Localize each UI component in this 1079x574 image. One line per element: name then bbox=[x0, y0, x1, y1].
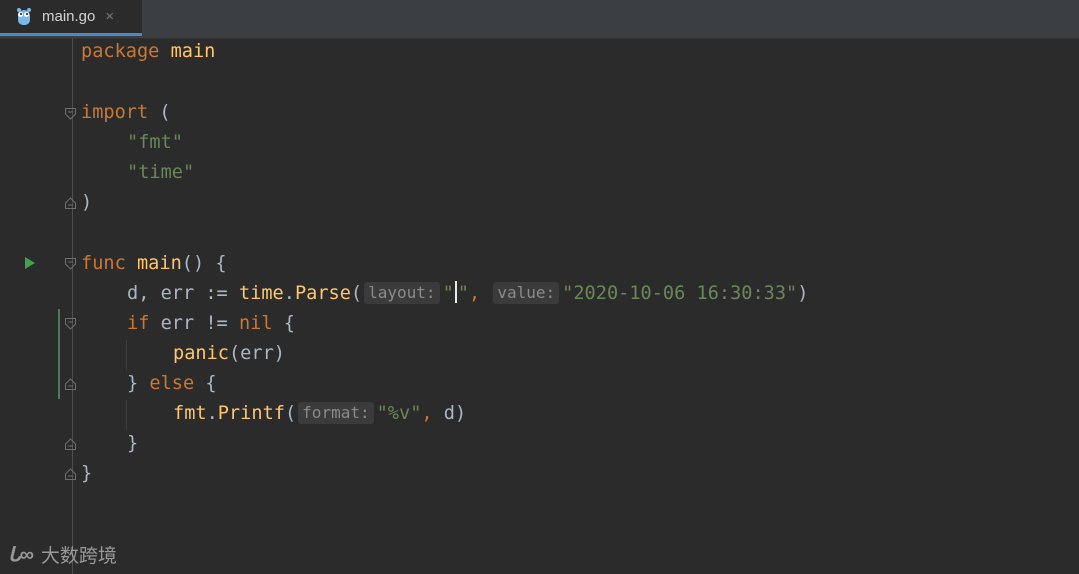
punctuation: } bbox=[127, 373, 150, 394]
code-text: d) bbox=[432, 403, 467, 424]
punctuation: , bbox=[421, 403, 433, 424]
code-line-current[interactable]: d, err := time.Parse(layout: " ", value: "2… bbox=[127, 279, 808, 309]
code-line[interactable]: package main bbox=[81, 37, 215, 67]
paren: ) bbox=[81, 192, 93, 213]
code-line[interactable]: } bbox=[81, 459, 92, 489]
code-text: err != bbox=[149, 313, 239, 334]
paren: ( bbox=[159, 102, 171, 123]
code-text: (err) bbox=[228, 343, 285, 364]
param-hint-format: format: bbox=[298, 402, 374, 424]
function-call: Printf bbox=[217, 403, 285, 424]
keyword: nil bbox=[238, 313, 273, 334]
string-literal: "2020-10-06 16:30:33" bbox=[562, 283, 798, 304]
fold-open-icon[interactable] bbox=[65, 108, 76, 120]
code-line[interactable]: import ( bbox=[81, 98, 171, 128]
package-ref: time bbox=[238, 283, 284, 304]
punctuation: . bbox=[206, 403, 218, 424]
fold-close-icon[interactable] bbox=[65, 197, 76, 209]
code-line[interactable]: } bbox=[127, 429, 138, 459]
string-literal: " bbox=[457, 283, 469, 304]
keyword: else bbox=[149, 373, 195, 394]
punctuation: ) bbox=[797, 283, 809, 304]
tab-main-go[interactable]: main.go × bbox=[0, 0, 142, 36]
code-line[interactable]: fmt.Printf(format: "%v", d) bbox=[173, 399, 466, 429]
function-call: Parse bbox=[294, 283, 351, 304]
indent-guide bbox=[126, 400, 127, 430]
keyword: import bbox=[81, 102, 149, 123]
watermark-text: 大数跨境 bbox=[40, 544, 117, 567]
function-call: panic bbox=[173, 343, 229, 364]
function-name: main bbox=[136, 253, 182, 274]
code-line[interactable]: "fmt" bbox=[127, 128, 183, 158]
punctuation: { bbox=[194, 373, 217, 394]
change-marker bbox=[58, 309, 60, 399]
punctuation: } bbox=[81, 463, 93, 484]
import-string: "fmt" bbox=[127, 132, 183, 153]
import-string: "time" bbox=[127, 162, 195, 183]
package-name: main bbox=[170, 41, 216, 62]
text-caret bbox=[454, 281, 457, 303]
fold-close-icon[interactable] bbox=[65, 468, 76, 480]
punctuation: { bbox=[272, 313, 295, 334]
code-line[interactable]: func main() { bbox=[81, 249, 227, 279]
code-line[interactable]: } else { bbox=[127, 369, 217, 399]
code-text: d, err := bbox=[127, 283, 239, 304]
fold-open-icon[interactable] bbox=[65, 258, 76, 270]
keyword: package bbox=[81, 41, 160, 62]
code-line[interactable]: if err != nil { bbox=[127, 309, 295, 339]
run-icon[interactable] bbox=[24, 255, 36, 274]
string-literal: " bbox=[442, 283, 454, 304]
string-literal: "%v" bbox=[376, 403, 422, 424]
fold-close-icon[interactable] bbox=[65, 378, 76, 390]
package-ref: fmt bbox=[173, 403, 207, 424]
punctuation: () { bbox=[181, 253, 227, 274]
indent-guide bbox=[126, 340, 127, 370]
fold-close-icon[interactable] bbox=[65, 438, 76, 450]
code-line[interactable]: panic(err) bbox=[173, 339, 285, 369]
punctuation: ( bbox=[350, 283, 363, 304]
param-hint-value: value: bbox=[493, 282, 560, 304]
punctuation: , bbox=[468, 283, 481, 304]
close-icon[interactable]: × bbox=[105, 9, 114, 24]
keyword: if bbox=[127, 313, 150, 334]
punctuation: ( bbox=[284, 403, 297, 424]
keyword: func bbox=[81, 253, 126, 274]
code-line[interactable]: "time" bbox=[127, 158, 194, 188]
tab-label: main.go bbox=[42, 8, 96, 25]
gopher-icon bbox=[16, 7, 32, 26]
watermark-logo: ᒐ∞ bbox=[8, 543, 34, 566]
param-hint-layout: layout: bbox=[364, 282, 440, 304]
punctuation: . bbox=[283, 283, 295, 304]
watermark: ᒐ∞ 大数跨境 bbox=[8, 540, 117, 568]
fold-open-icon[interactable] bbox=[65, 318, 76, 330]
punctuation: } bbox=[127, 433, 139, 454]
code-line[interactable]: ) bbox=[81, 188, 92, 218]
tab-bar: main.go × bbox=[0, 0, 1079, 39]
